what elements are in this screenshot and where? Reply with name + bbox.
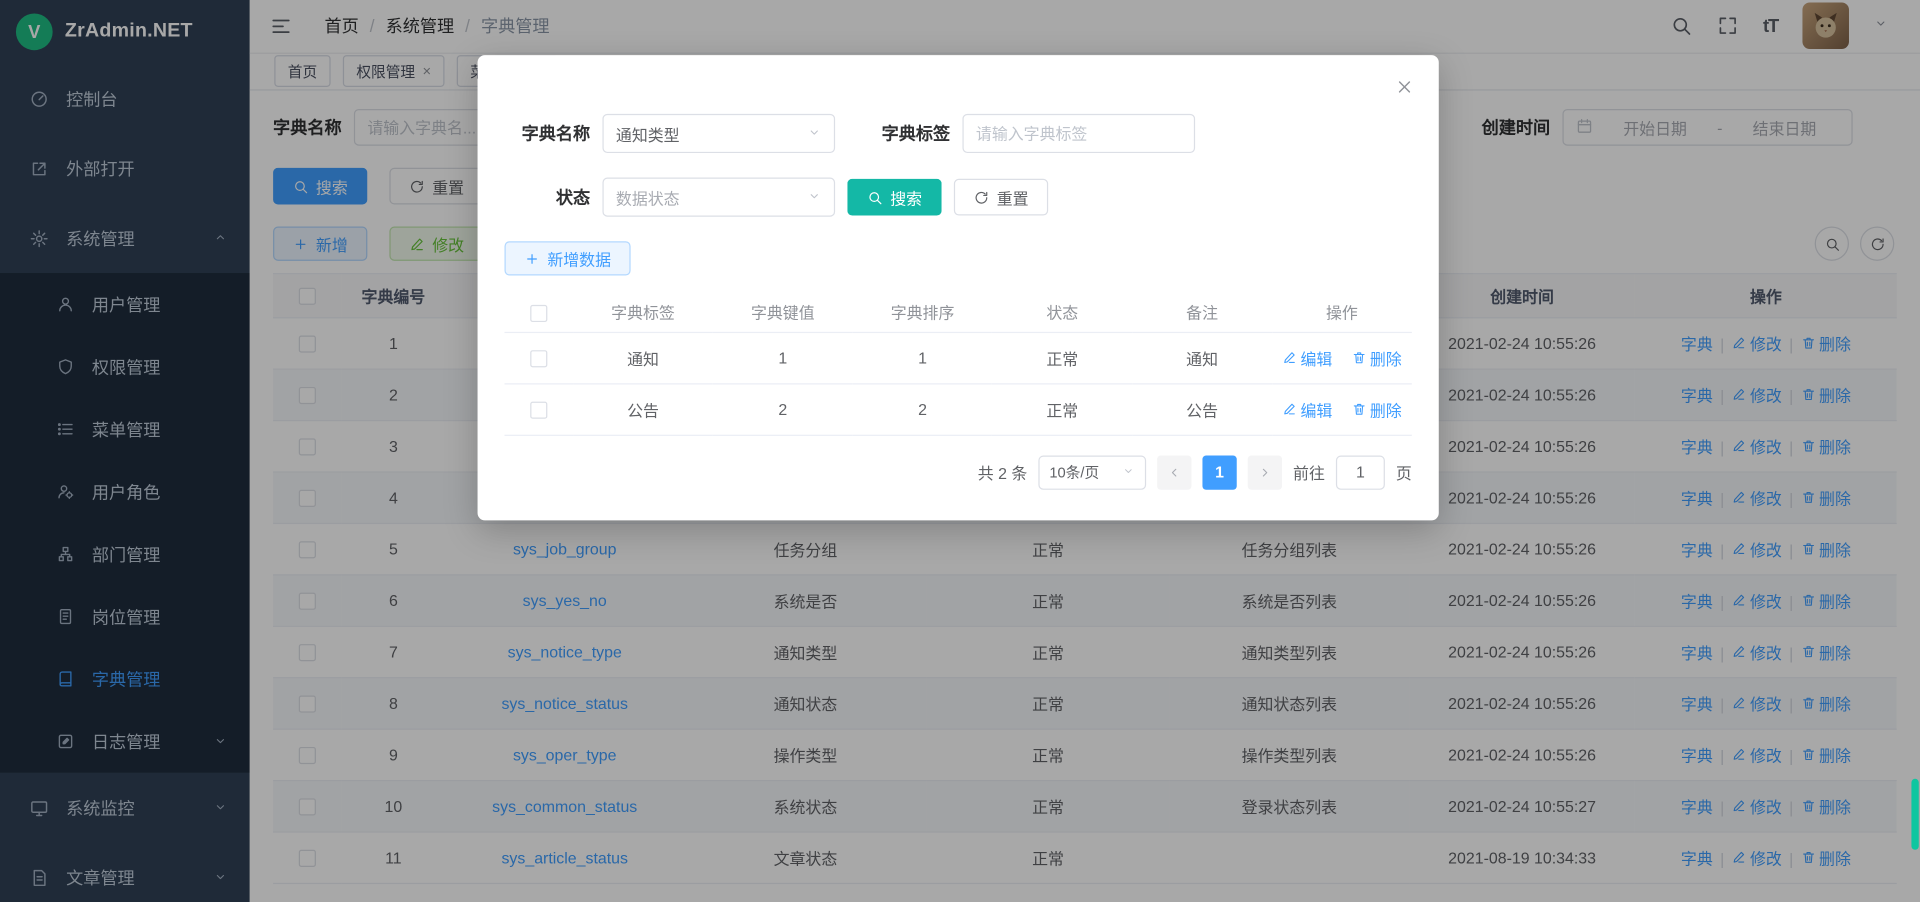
- row-edit-link[interactable]: 编辑: [1282, 346, 1332, 369]
- dict-name-select-value: 通知类型: [616, 122, 680, 145]
- row-delete-link[interactable]: 删除: [1351, 397, 1401, 420]
- refresh-icon: [973, 189, 989, 205]
- dialog-select-all-checkbox[interactable]: [530, 304, 547, 321]
- dialog-reset-button[interactable]: 重置: [954, 179, 1048, 216]
- status-cell: 正常: [992, 332, 1132, 383]
- column-header: 状态: [992, 293, 1132, 332]
- remark-cell: 公告: [1132, 383, 1272, 434]
- chevron-down-icon: [807, 124, 822, 142]
- column-header: 字典标签: [573, 293, 713, 332]
- dialog-table-header-row: 字典标签 字典键值 字典排序 状态 备注 操作: [504, 293, 1411, 332]
- next-page-button[interactable]: [1248, 455, 1282, 489]
- chevron-down-icon: [807, 188, 822, 206]
- row-checkbox[interactable]: [530, 401, 547, 418]
- dict-label-cell: 通知: [573, 332, 713, 383]
- pencil-icon: [1282, 350, 1297, 365]
- dialog-dict-name-label: 字典名称: [504, 121, 590, 145]
- dialog-close-button[interactable]: [1395, 77, 1415, 100]
- dict-value-cell: 2: [713, 383, 853, 434]
- dialog-table-row: 通知11正常通知 编辑 删除: [504, 332, 1411, 383]
- prev-page-button[interactable]: [1157, 455, 1191, 489]
- dialog-status-label: 状态: [504, 185, 590, 209]
- page-size-value: 10条/页: [1049, 462, 1099, 483]
- dialog-table-row: 公告22正常公告 编辑 删除: [504, 383, 1411, 434]
- trash-icon: [1351, 402, 1366, 417]
- trash-icon: [1351, 350, 1366, 365]
- pagination-total: 共 2 条: [978, 460, 1028, 483]
- close-icon: [1395, 77, 1415, 97]
- status-cell: 正常: [992, 383, 1132, 434]
- dialog-filter-form: 字典名称 通知类型 字典标签 状态 数据状态 搜索: [504, 114, 1411, 217]
- dict-sort-cell: 2: [853, 383, 993, 434]
- row-delete-link[interactable]: 删除: [1351, 346, 1401, 369]
- scrollbar-thumb[interactable]: [1911, 779, 1918, 850]
- dict-name-select[interactable]: 通知类型: [602, 114, 835, 153]
- goto-label: 前往: [1293, 460, 1325, 483]
- column-header: 字典排序: [853, 293, 993, 332]
- ops-cell: 编辑 删除: [1272, 383, 1412, 434]
- page-size-select[interactable]: 10条/页: [1038, 455, 1146, 489]
- row-checkbox[interactable]: [530, 350, 547, 367]
- dict-label-cell: 公告: [573, 383, 713, 434]
- remark-cell: 通知: [1132, 332, 1272, 383]
- column-header: 备注: [1132, 293, 1272, 332]
- dialog-search-button[interactable]: 搜索: [847, 179, 941, 216]
- dialog-dict-label-label: 字典标签: [864, 121, 950, 145]
- app-window: V ZrAdmin.NET 控制台 外部打开 系统管理 用户管理: [0, 0, 1920, 902]
- pagination: 共 2 条 10条/页 1 前往 页: [504, 455, 1411, 489]
- dict-label-input[interactable]: [962, 114, 1195, 153]
- plus-icon: [524, 250, 540, 266]
- chevron-left-icon: [1167, 465, 1182, 480]
- row-edit-link[interactable]: 编辑: [1282, 397, 1332, 420]
- chevron-right-icon: [1258, 465, 1273, 480]
- dict-data-dialog: 字典名称 通知类型 字典标签 状态 数据状态 搜索: [478, 55, 1439, 520]
- search-icon: [867, 189, 883, 205]
- pencil-icon: [1282, 402, 1297, 417]
- dict-value-cell: 1: [713, 332, 853, 383]
- add-data-button[interactable]: 新增数据: [504, 241, 630, 275]
- status-select[interactable]: 数据状态: [602, 178, 835, 217]
- status-select-placeholder: 数据状态: [616, 186, 680, 209]
- goto-page-input[interactable]: [1336, 455, 1385, 489]
- page-1-button[interactable]: 1: [1202, 455, 1236, 489]
- dict-data-table: 字典标签 字典键值 字典排序 状态 备注 操作 通知11正常通知 编辑 删除公告…: [504, 293, 1411, 436]
- column-header: 操作: [1272, 293, 1412, 332]
- dict-sort-cell: 1: [853, 332, 993, 383]
- ops-cell: 编辑 删除: [1272, 332, 1412, 383]
- dict-data-table-body: 通知11正常通知 编辑 删除公告22正常公告 编辑 删除: [504, 332, 1411, 435]
- chevron-down-icon: [1122, 463, 1135, 480]
- column-header: 字典键值: [713, 293, 853, 332]
- goto-suffix: 页: [1396, 460, 1412, 483]
